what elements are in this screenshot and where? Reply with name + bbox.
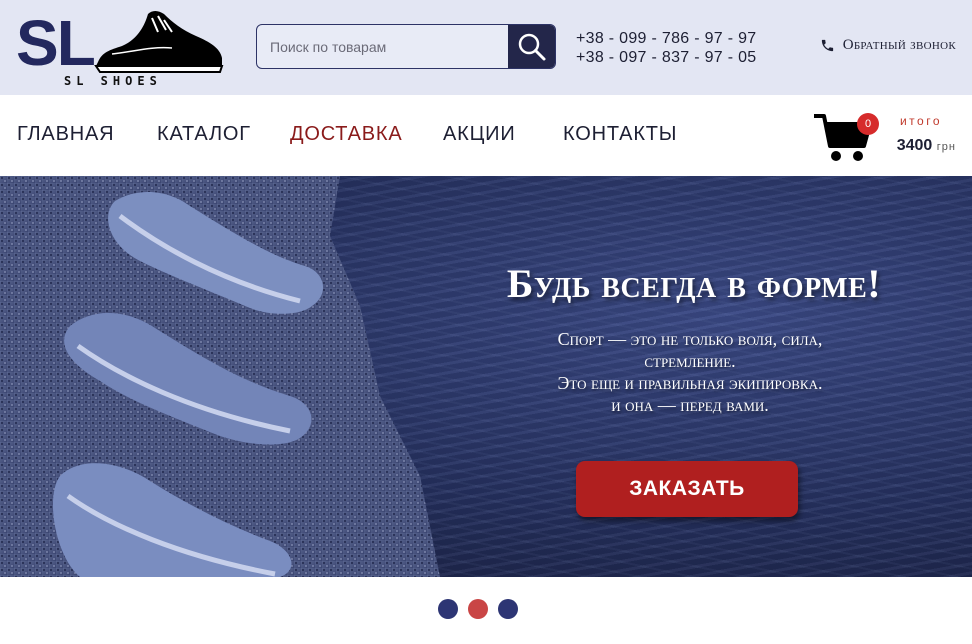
- phone-numbers: +38 - 099 - 786 - 97 - 97 +38 - 097 - 83…: [576, 29, 757, 67]
- phone-number-1[interactable]: +38 - 099 - 786 - 97 - 97: [576, 29, 757, 48]
- hero-line-4: и она — перед вами.: [611, 395, 769, 415]
- search-icon: [518, 33, 545, 60]
- slider-dot-1[interactable]: [438, 599, 458, 619]
- site-logo[interactable]: SL SL SHOES: [14, 6, 224, 88]
- hero-banner: Будь всегда в форме! Спорт — это не толь…: [0, 176, 972, 577]
- phone-icon: [821, 39, 833, 52]
- hero-line-3: Это еще и правильная экипировка.: [557, 373, 823, 393]
- cart-total: 3400 грн: [897, 137, 956, 155]
- hero-line-2: стремление.: [644, 351, 736, 371]
- nav-item-contacts[interactable]: КОНТАКТЫ: [563, 123, 677, 146]
- top-bar: SL SL SHOES +38 - 099 - 786 - 97 - 97 +3…: [0, 0, 972, 95]
- slider-dot-2[interactable]: [468, 599, 488, 619]
- search-button[interactable]: [508, 25, 555, 68]
- nav-item-home[interactable]: ГЛАВНАЯ: [17, 123, 114, 146]
- nav-item-catalog[interactable]: КАТАЛОГ: [157, 123, 251, 146]
- callback-label: Обратный звонок: [842, 37, 956, 53]
- logo-text: SL: [16, 7, 96, 79]
- order-button[interactable]: ЗАКАЗАТЬ: [576, 461, 798, 517]
- sneaker-logo-icon: [94, 11, 224, 73]
- nav-item-promotions[interactable]: АКЦИИ: [443, 123, 516, 146]
- cart-count-badge: 0: [857, 113, 879, 135]
- hero-title: Будь всегда в форме!: [506, 261, 882, 306]
- phone-number-2[interactable]: +38 - 097 - 837 - 97 - 05: [576, 48, 757, 67]
- slider-dot-3[interactable]: [498, 599, 518, 619]
- sneakers-photo: [0, 176, 440, 577]
- hero-line-1: Спорт — это не только воля, сила,: [557, 329, 823, 349]
- cart-total-value: 3400: [896, 137, 933, 154]
- cart-total-label: итого: [899, 114, 942, 128]
- search-input[interactable]: [257, 25, 509, 68]
- slider-dots: [438, 599, 518, 619]
- search-box: [256, 24, 556, 69]
- logo-subtitle: SL SHOES: [64, 74, 162, 88]
- cart-currency: грн: [936, 141, 956, 153]
- nav-item-delivery[interactable]: ДОСТАВКА: [290, 123, 403, 146]
- hero-text: Спорт — это не только воля, сила, стремл…: [510, 328, 870, 416]
- callback-link[interactable]: Обратный звонок: [820, 37, 956, 54]
